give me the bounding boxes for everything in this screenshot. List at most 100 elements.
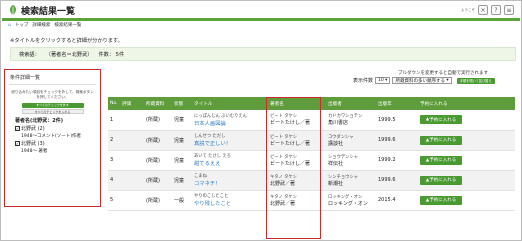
result-count: 件数： 5件	[98, 51, 125, 58]
header-controls: ようこそ × ? ≡	[461, 5, 520, 15]
cell-status: (所蔵)	[144, 130, 172, 151]
cell-author: キタノ タケシ 北野武／著	[268, 190, 326, 211]
table-row: 5 (所蔵) 一般 やりのこしたこと やり残したこと キタノ タケシ 北野武／著 ロ…	[108, 190, 515, 211]
cell-publisher: コウダンシャ 講談社	[326, 130, 376, 151]
facet-label: 北野武 (2)	[21, 126, 45, 132]
breadcrumb-top[interactable]: トップ	[15, 22, 29, 28]
uncheck-all-button[interactable]: すべてのチェックを外す	[21, 103, 84, 108]
col-reserve: 予約に入れる	[418, 97, 515, 110]
facet-sub-label: 1948～ 著者	[21, 149, 48, 154]
results-table: No. 評価 所蔵資料 状態 タイトル 著者名 出版者 出版年 予約に入れる 1…	[108, 97, 515, 211]
cell-publisher: ロッキング・オン ロッキング・オン	[326, 190, 376, 211]
publisher-name: 講談社	[328, 140, 344, 147]
publisher-name: 祥伝社	[328, 160, 344, 167]
sort-order-value: 所蔵資料の多い順序する	[395, 78, 445, 84]
cell-title: あいて たけし えろ 甜てるええ	[192, 150, 268, 171]
cell-reserve: ▲ 予約に入れる	[418, 110, 515, 131]
reserve-button[interactable]: ▲ 予約に入れる	[420, 115, 462, 125]
facet-item[interactable]: ✓ 北野武 (2)	[5, 125, 100, 132]
checkbox[interactable]: ✓	[15, 141, 20, 146]
sort-apply-button[interactable]: 手順を開いて並び替え	[456, 77, 495, 84]
publisher-kana: カドカワショテン	[328, 114, 363, 120]
facet-sub-label: 1948～コメント(ソート)作者	[21, 134, 81, 139]
col-publisher[interactable]: 出版者	[326, 97, 376, 110]
reserve-button-label: 予約に入れる	[429, 198, 457, 203]
reserve-button[interactable]: ▲ 予約に入れる	[420, 135, 462, 145]
title-link[interactable]: 日本人画図論	[194, 119, 268, 127]
cell-year: 1999.2	[376, 150, 418, 171]
cell-status: (所蔵)	[144, 110, 172, 131]
cell-title: にっぽんじん ぶいむりえん 日本人画図論	[192, 110, 268, 131]
cell-kind: 児童	[172, 110, 192, 131]
col-title[interactable]: タイトル	[192, 97, 268, 110]
check-all-button[interactable]: すべてのチェックを入れる	[21, 109, 84, 114]
title-link[interactable]: コマネチ！	[194, 179, 268, 187]
cell-year: 1999.5	[376, 110, 418, 131]
reserve-button-label: 予約に入れる	[429, 138, 457, 143]
cell-no: 5	[108, 190, 120, 211]
cell-kind: 児童	[172, 170, 192, 191]
col-rating[interactable]: 評価	[120, 97, 144, 110]
sort-order-select[interactable]: 所蔵資料の多い順序する ▾	[392, 77, 452, 84]
cell-no: 2	[108, 130, 120, 151]
col-state[interactable]: 状態	[172, 97, 192, 110]
conditions-value: （著者名＝北野武）	[45, 51, 93, 58]
table-row: 2 (所蔵) 児童 しんせつ ただし 真説で正しい！ ビート タケシ ビートたけし／…	[108, 130, 515, 151]
cell-publisher: シンチョウシャ 新潮社	[326, 170, 376, 191]
col-holding[interactable]: 所蔵資料	[144, 97, 172, 110]
author-name: 北野武／著	[270, 180, 296, 187]
title-link[interactable]: 甜てるええ	[194, 159, 268, 167]
display-count-label: 表示件数	[353, 78, 374, 84]
cell-title: こまね コマネチ！	[192, 170, 268, 191]
cell-reserve: ▲ 予約に入れる	[418, 130, 515, 151]
cell-rating	[120, 190, 144, 211]
title-link[interactable]: やり残したこと	[194, 199, 268, 207]
publisher-kana: ロッキング・オン	[328, 194, 363, 200]
facet-label: 北野武 (3)	[21, 141, 45, 147]
reserve-button[interactable]: ▲ 予約に入れる	[420, 175, 462, 185]
sidebar-description: 絞り込みたい項目をチェックを外して、検索ボタンを押してください。	[11, 90, 94, 99]
sort-note: プルダウンを変更すると自動で実行されます	[398, 71, 488, 76]
conditions-label: 検索語：	[19, 51, 40, 58]
author-kana: ビート タケシ	[270, 154, 298, 160]
cell-status: (所蔵)	[144, 170, 172, 191]
cell-title: しんせつ ただし 真説で正しい！	[192, 130, 268, 151]
menu-icon[interactable]: ≡	[504, 5, 514, 15]
cell-no: 1	[108, 110, 120, 131]
home-icon[interactable]: ⌂	[8, 23, 11, 28]
cell-title: やりのこしたこと やり残したこと	[192, 190, 268, 211]
cell-author: ビート タケシ ビートたけし／著	[268, 130, 326, 151]
cell-status: (所蔵)	[144, 150, 172, 171]
cell-author: ビート タケシ ビートたけし／著	[268, 150, 326, 171]
author-name: ビートたけし／著	[270, 160, 311, 167]
facet-sidebar: 条件詳細一覧 絞り込みたい項目をチェックを外して、検索ボタンを押してください。 …	[4, 69, 101, 207]
help-icon[interactable]: ?	[491, 5, 501, 15]
display-count-select[interactable]: 10 ▾	[375, 77, 391, 84]
title-click-note: ※タイトルをクリックすると詳細が分かります。	[10, 38, 123, 44]
reserve-button[interactable]: ▲ 予約に入れる	[420, 195, 462, 205]
cell-reserve: ▲ 予約に入れる	[418, 150, 515, 171]
publisher-name: 新潮社	[328, 180, 344, 187]
cell-publisher: ショウデンシャ 祥伝社	[326, 150, 376, 171]
publisher-name: ロッキング・オン	[328, 200, 368, 207]
cell-year: 1999.6	[376, 130, 418, 151]
author-name: 北野武／著	[270, 200, 296, 207]
col-author[interactable]: 著者名	[268, 97, 326, 110]
breadcrumb-advanced-search[interactable]: 詳細検索	[32, 22, 50, 28]
reserve-button[interactable]: ▲ 予約に入れる	[420, 155, 462, 165]
close-icon[interactable]: ×	[478, 5, 488, 15]
sidebar-divider	[9, 84, 96, 85]
cell-year: 2015.4	[376, 190, 418, 211]
col-no[interactable]: No.	[108, 97, 120, 110]
reserve-button-label: 予約に入れる	[429, 158, 457, 163]
author-name: ビートたけし／著	[270, 140, 311, 147]
author-kana: ビート タケシ	[270, 114, 298, 120]
facet-item[interactable]: ✓ 北野武 (3)	[5, 140, 100, 147]
title-link[interactable]: 真説で正しい！	[194, 139, 268, 147]
app-header: 検索結果一覧 ようこそ × ? ≡	[2, 2, 520, 18]
checkbox[interactable]: ✓	[15, 126, 20, 131]
cell-status: (所蔵)	[144, 190, 172, 211]
cell-kind: 児童	[172, 130, 192, 151]
col-year[interactable]: 出版年	[376, 97, 418, 110]
cell-author: ビート タケシ ビートたけし／著	[268, 110, 326, 131]
